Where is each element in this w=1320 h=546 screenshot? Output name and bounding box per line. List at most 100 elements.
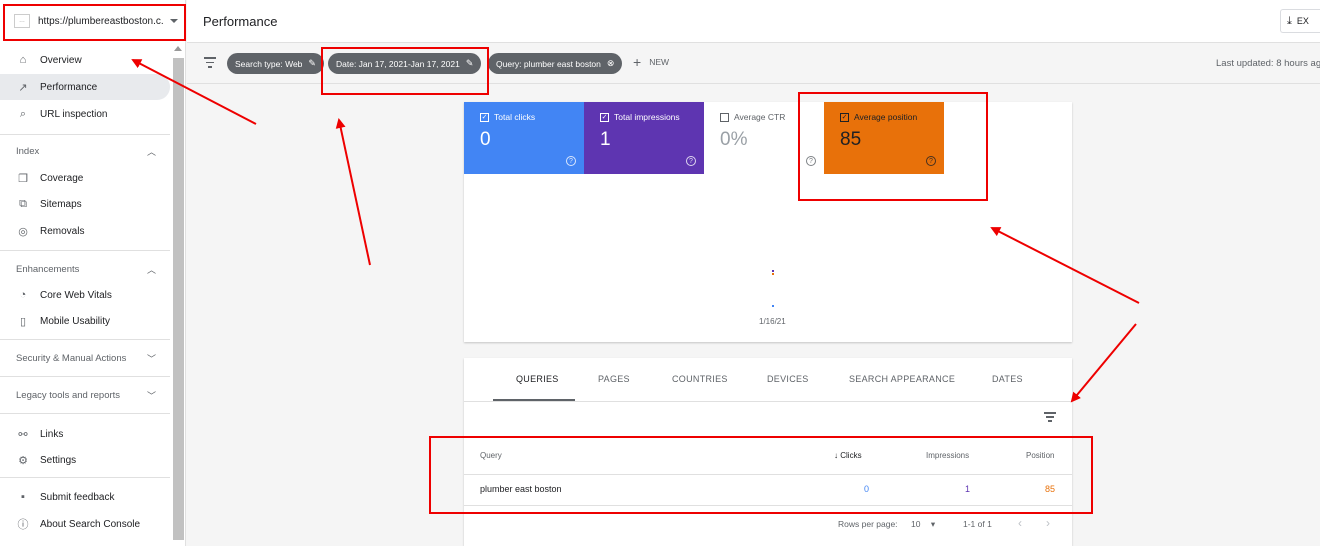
annotation-box-query-row bbox=[429, 436, 1093, 514]
sidebar: … https://plumbereastboston.c... ⌂ Overv… bbox=[0, 0, 186, 546]
feedback-icon: ▪ bbox=[21, 491, 25, 503]
section-security[interactable]: Security & Manual Actions ﹀ bbox=[0, 347, 170, 369]
export-label: EX bbox=[1296, 16, 1309, 26]
plus-icon: + bbox=[633, 54, 642, 70]
annotation-arrow bbox=[1070, 323, 1137, 403]
clicks-data-point bbox=[772, 305, 774, 307]
download-icon: ⤓ bbox=[1287, 14, 1292, 27]
page-title: Performance bbox=[203, 14, 278, 29]
last-updated: Last updated: 8 hours ago bbox=[1216, 58, 1320, 69]
position-data-point bbox=[772, 273, 774, 275]
divider bbox=[0, 413, 170, 414]
sidebar-item-label: Core Web Vitals bbox=[40, 289, 112, 301]
chip-search-type[interactable]: Search type: Web ✎ bbox=[227, 53, 324, 74]
tab-countries[interactable]: COUNTRIES bbox=[672, 374, 728, 384]
sidebar-item-sitemaps[interactable]: ⧉ Sitemaps bbox=[0, 191, 170, 217]
trending-up-icon: ↗ bbox=[18, 81, 28, 94]
annotation-box-position bbox=[798, 92, 988, 201]
sidebar-item-settings[interactable]: ⚙ Settings bbox=[0, 447, 170, 473]
next-page-icon[interactable]: › bbox=[1046, 516, 1050, 530]
eye-off-icon: ◎ bbox=[18, 225, 28, 238]
divider bbox=[0, 477, 170, 478]
active-tab-indicator bbox=[493, 399, 575, 401]
sidebar-item-label: Submit feedback bbox=[40, 491, 115, 503]
tab-devices[interactable]: DEVICES bbox=[767, 374, 809, 384]
rows-per-page-select[interactable]: 10 ▾ bbox=[911, 519, 935, 530]
section-label: Index bbox=[16, 145, 40, 157]
sitemap-icon: ⧉ bbox=[19, 197, 27, 210]
sidebar-item-label: Settings bbox=[40, 454, 77, 466]
sidebar-item-coverage[interactable]: ❐ Coverage bbox=[0, 165, 170, 191]
sidebar-item-url-inspection[interactable]: ⌕ URL inspection bbox=[0, 101, 170, 127]
rows-per-page-label: Rows per page: bbox=[838, 519, 898, 529]
info-icon: ⓘ bbox=[17, 519, 29, 531]
sidebar-item-performance[interactable]: ↗ Performance bbox=[0, 74, 170, 100]
sidebar-item-removals[interactable]: ◎ Removals bbox=[0, 218, 170, 244]
sidebar-scrollbar[interactable] bbox=[171, 44, 184, 540]
table-filter-icon[interactable] bbox=[1044, 412, 1056, 424]
x-axis-tick-label: 1/16/21 bbox=[759, 317, 786, 326]
chevron-up-icon: ︿ bbox=[146, 146, 156, 157]
annotation-arrow bbox=[335, 118, 371, 266]
chip-label: Search type: Web bbox=[235, 58, 303, 69]
filter-icon[interactable] bbox=[204, 57, 216, 71]
sidebar-item-label: Performance bbox=[40, 81, 98, 93]
metric-value: 1 bbox=[600, 129, 611, 150]
impressions-data-point bbox=[772, 270, 774, 272]
section-enhancements[interactable]: Enhancements ︿ bbox=[0, 258, 170, 280]
chip-query[interactable]: Query: plumber east boston ⊗ bbox=[488, 53, 623, 74]
tab-pages[interactable]: PAGES bbox=[598, 374, 630, 384]
previous-page-icon[interactable]: ‹ bbox=[1018, 516, 1022, 530]
metric-label: Total clicks bbox=[494, 112, 536, 122]
dropdown-caret-icon: ▾ bbox=[930, 519, 936, 529]
metric-label: Total impressions bbox=[614, 112, 680, 122]
gauge-icon: ◔ bbox=[19, 289, 27, 301]
coverage-icon: ❐ bbox=[18, 172, 28, 185]
sidebar-item-label: Overview bbox=[40, 54, 82, 66]
divider bbox=[0, 376, 170, 377]
section-index[interactable]: Index ︿ bbox=[0, 140, 170, 162]
chevron-up-icon: ︿ bbox=[146, 264, 156, 275]
dimension-tabs: QUERIES PAGES COUNTRIES DEVICES SEARCH A… bbox=[464, 358, 1072, 402]
sidebar-item-about[interactable]: ⓘ About Search Console bbox=[0, 511, 170, 537]
section-label: Security & Manual Actions bbox=[16, 352, 127, 364]
top-bar: Performance ⤓ EX bbox=[187, 0, 1320, 43]
tab-search-appearance[interactable]: SEARCH APPEARANCE bbox=[849, 374, 955, 384]
sidebar-item-label: Links bbox=[40, 428, 64, 440]
section-legacy[interactable]: Legacy tools and reports ﹀ bbox=[0, 384, 170, 406]
sidebar-item-links[interactable]: ⚯ Links bbox=[0, 421, 170, 447]
close-circle-icon[interactable]: ⊗ bbox=[607, 58, 615, 69]
tab-queries[interactable]: QUERIES bbox=[516, 374, 559, 384]
sidebar-item-overview[interactable]: ⌂ Overview bbox=[0, 47, 170, 73]
section-label: Legacy tools and reports bbox=[16, 389, 121, 401]
sidebar-item-submit-feedback[interactable]: ▪ Submit feedback bbox=[0, 484, 170, 510]
metric-value: 0 bbox=[480, 129, 491, 150]
new-label: NEW bbox=[649, 57, 670, 67]
edit-pencil-icon[interactable]: ✎ bbox=[308, 58, 316, 69]
scroll-up-arrow-icon[interactable] bbox=[174, 46, 182, 51]
scrollbar-thumb[interactable] bbox=[173, 58, 184, 540]
checkbox-checked-icon[interactable]: ✓ bbox=[480, 112, 489, 122]
divider bbox=[0, 134, 170, 135]
help-icon[interactable]: ? bbox=[686, 156, 696, 166]
chevron-down-icon: ﹀ bbox=[146, 390, 156, 401]
metric-total-clicks[interactable]: ✓ Total clicks 0 ? bbox=[464, 102, 584, 174]
sidebar-item-core-web-vitals[interactable]: ◔ Core Web Vitals bbox=[0, 282, 170, 308]
new-filter-button[interactable]: + NEW bbox=[633, 54, 670, 70]
sidebar-item-label: Removals bbox=[40, 225, 85, 237]
annotation-box-property bbox=[3, 4, 186, 41]
export-button[interactable]: ⤓ EX bbox=[1280, 9, 1320, 33]
sidebar-item-mobile-usability[interactable]: ▯ Mobile Usability bbox=[0, 308, 170, 334]
chip-label: Query: plumber east boston bbox=[496, 58, 601, 69]
divider bbox=[0, 250, 170, 251]
sidebar-item-label: URL inspection bbox=[40, 108, 108, 120]
search-icon: ⌕ bbox=[19, 107, 27, 120]
metric-total-impressions[interactable]: ✓ Total impressions 1 ? bbox=[584, 102, 704, 174]
links-icon: ⚯ bbox=[18, 428, 28, 441]
checkbox-checked-icon[interactable]: ✓ bbox=[600, 112, 609, 122]
checkbox-unchecked-icon[interactable] bbox=[720, 112, 729, 122]
help-icon[interactable]: ? bbox=[566, 156, 576, 166]
tab-dates[interactable]: DATES bbox=[992, 374, 1023, 384]
divider bbox=[0, 339, 170, 340]
sidebar-item-label: Mobile Usability bbox=[40, 315, 111, 327]
